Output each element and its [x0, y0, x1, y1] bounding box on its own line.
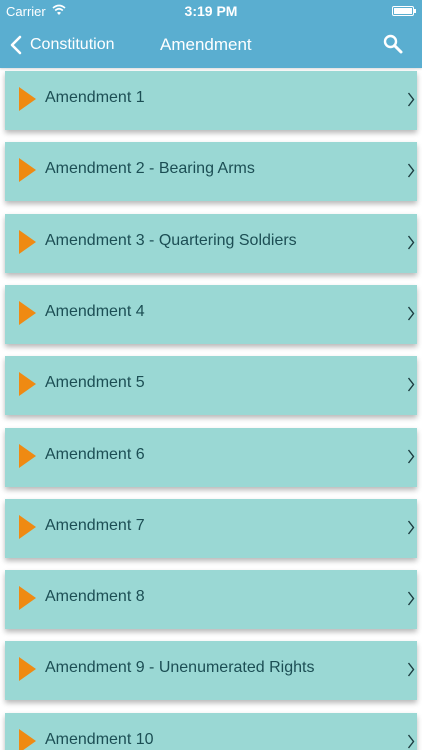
chevron-right-icon — [407, 520, 415, 535]
amendment-row[interactable]: Amendment 5 — [5, 356, 417, 416]
page-title: Amendment — [160, 35, 252, 54]
chevron-left-icon — [10, 35, 22, 55]
amendment-row[interactable]: Amendment 8 — [5, 570, 417, 630]
chevron-right-icon — [407, 235, 415, 250]
amendment-row[interactable]: Amendment 7 — [5, 498, 417, 558]
status-time: 3:19 PM — [184, 3, 238, 19]
play-arrow-icon — [19, 158, 36, 183]
back-button[interactable]: Constitution — [10, 34, 115, 56]
chevron-right-icon — [407, 306, 415, 321]
amendment-label: Amendment 1 — [45, 89, 145, 106]
chevron-right-icon — [407, 591, 415, 606]
amendment-label: Amendment 6 — [45, 445, 145, 463]
play-arrow-icon — [19, 87, 36, 111]
amendment-label: Amendment 5 — [45, 374, 145, 392]
play-arrow-icon — [19, 657, 36, 682]
play-arrow-icon — [19, 300, 36, 325]
chevron-right-icon — [407, 734, 415, 749]
amendment-row[interactable]: Amendment 2 - Bearing Arms — [5, 142, 417, 202]
back-button-label: Constitution — [30, 36, 115, 53]
chevron-right-icon — [407, 662, 415, 677]
amendment-label: Amendment 9 - Unenumerated Rights — [45, 659, 315, 677]
play-arrow-icon — [19, 443, 36, 468]
amendment-label: Amendment 8 — [45, 588, 145, 606]
amendment-row[interactable]: Amendment 3 - Quartering Soldiers — [5, 213, 417, 273]
amendment-row[interactable]: Amendment 9 - Unenumerated Rights — [5, 641, 417, 701]
header: Carrier 3:19 PM Constitution Amendment — [0, 0, 422, 68]
amendment-row[interactable]: Amendment 1 — [5, 71, 417, 130]
amendment-label: Amendment 4 — [45, 302, 145, 320]
amendment-label: Amendment 10 — [45, 730, 154, 748]
play-arrow-icon — [19, 586, 36, 611]
amendment-list: Amendment 1 Amendment 2 - Bearing Arms Ame… — [0, 68, 422, 750]
chevron-right-icon — [407, 449, 415, 463]
battery-icon — [392, 6, 416, 16]
search-icon[interactable] — [382, 33, 404, 55]
nav-bar: Constitution Amendment — [0, 22, 422, 68]
chevron-right-icon — [407, 92, 415, 107]
amendment-label: Amendment 3 - Quartering Soldiers — [45, 231, 297, 249]
status-bar: Carrier 3:19 PM — [0, 0, 422, 22]
play-arrow-icon — [19, 728, 36, 750]
amendment-row[interactable]: Amendment 10 — [5, 712, 417, 750]
amendment-label: Amendment 2 - Bearing Arms — [45, 160, 255, 178]
play-arrow-icon — [19, 372, 36, 397]
battery-level — [394, 8, 412, 14]
play-arrow-icon — [19, 514, 36, 539]
play-arrow-icon — [19, 229, 36, 254]
amendment-row[interactable]: Amendment 6 — [5, 427, 417, 487]
amendment-row[interactable]: Amendment 4 — [5, 284, 417, 344]
chevron-right-icon — [407, 163, 415, 178]
amendment-label: Amendment 7 — [45, 516, 145, 534]
chevron-right-icon — [407, 377, 415, 392]
